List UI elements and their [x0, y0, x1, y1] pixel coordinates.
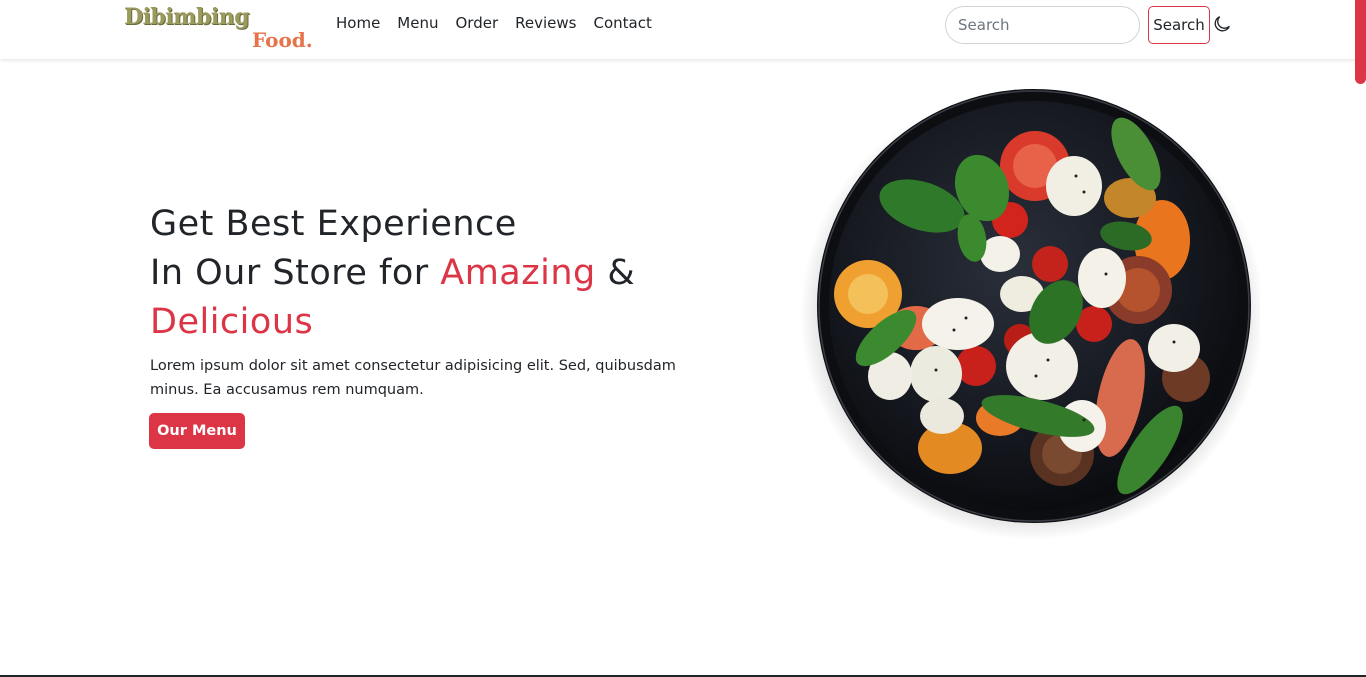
nav-links: Home Menu Order Reviews Contact	[336, 14, 652, 32]
hero-description: Lorem ipsum dolor sit amet consectetur a…	[150, 358, 676, 398]
hero-title-line2-prefix: In Our Store for	[150, 253, 441, 293]
search-button[interactable]: Search	[1148, 6, 1210, 44]
hero-title-accent-delicious: Delicious	[150, 302, 314, 342]
navbar: Dibimbing Food. Home Menu Order Reviews …	[0, 0, 1366, 59]
nav-link-home[interactable]: Home	[336, 14, 380, 32]
brand-name: Dibimbing	[124, 4, 250, 30]
hero-title-line2-suffix: &	[595, 253, 636, 293]
our-menu-button[interactable]: Our Menu	[149, 413, 245, 449]
nav-link-contact[interactable]: Contact	[593, 14, 651, 32]
hero-title: Get Best Experience In Our Store for Ama…	[150, 200, 710, 347]
salad-plate-image	[790, 78, 1264, 540]
brand-suffix: Food.	[252, 28, 313, 52]
hero-title-accent-amazing: Amazing	[440, 253, 596, 293]
search-input[interactable]	[945, 6, 1140, 44]
moon-icon[interactable]	[1213, 15, 1231, 33]
nav-link-reviews[interactable]: Reviews	[515, 14, 576, 32]
brand-logo[interactable]: Dibimbing Food.	[124, 4, 314, 54]
scrollbar-thumb[interactable]	[1355, 0, 1366, 84]
nav-link-order[interactable]: Order	[455, 14, 498, 32]
nav-link-menu[interactable]: Menu	[397, 14, 438, 32]
hero-title-line1: Get Best Experience	[150, 204, 517, 244]
